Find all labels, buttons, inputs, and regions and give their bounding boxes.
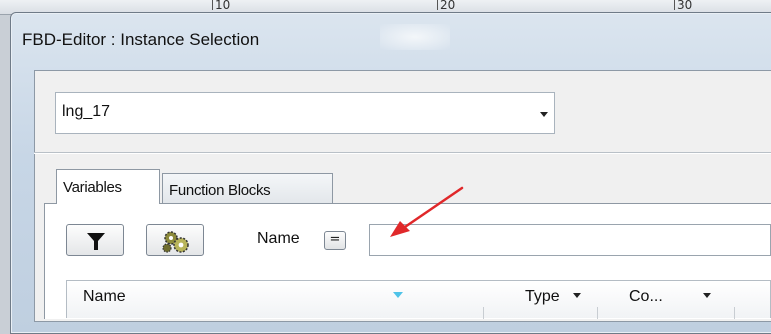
chevron-down-icon[interactable] <box>703 293 711 298</box>
filter-icon <box>87 233 105 250</box>
column-header-type[interactable]: Type <box>525 288 560 306</box>
column-divider <box>597 307 598 319</box>
name-filter-label: Name <box>257 230 300 247</box>
instance-combo-value: lng_17 <box>62 103 111 120</box>
column-header-comment[interactable]: Co... <box>629 288 663 306</box>
annotation-arrow-icon <box>390 186 464 237</box>
column-header-name[interactable]: Name <box>83 288 126 306</box>
filter-button[interactable] <box>66 224 124 256</box>
title-bar-glow <box>380 24 450 50</box>
chevron-down-icon[interactable] <box>573 293 581 298</box>
ruler-tick: 20 <box>436 0 456 12</box>
tab-variables[interactable]: Variables <box>56 169 160 204</box>
settings-button[interactable] <box>146 224 204 256</box>
tab-function-blocks[interactable]: Function Blocks <box>162 173 333 203</box>
window-title: FBD-Editor : Instance Selection <box>22 30 260 49</box>
instance-combo-box[interactable]: lng_17 <box>55 92 555 134</box>
gears-icon <box>162 231 189 253</box>
equals-operator-button[interactable]: = <box>324 231 346 250</box>
sort-indicator-icon <box>393 292 403 298</box>
chevron-down-icon[interactable] <box>540 112 548 117</box>
ruler-tick: 30 <box>673 0 693 12</box>
separator-line <box>34 152 771 154</box>
grid-header-row: Name Type Co... <box>66 280 771 319</box>
ruler-tick: 10 <box>211 0 231 12</box>
column-divider <box>734 307 735 319</box>
column-divider <box>483 307 484 319</box>
